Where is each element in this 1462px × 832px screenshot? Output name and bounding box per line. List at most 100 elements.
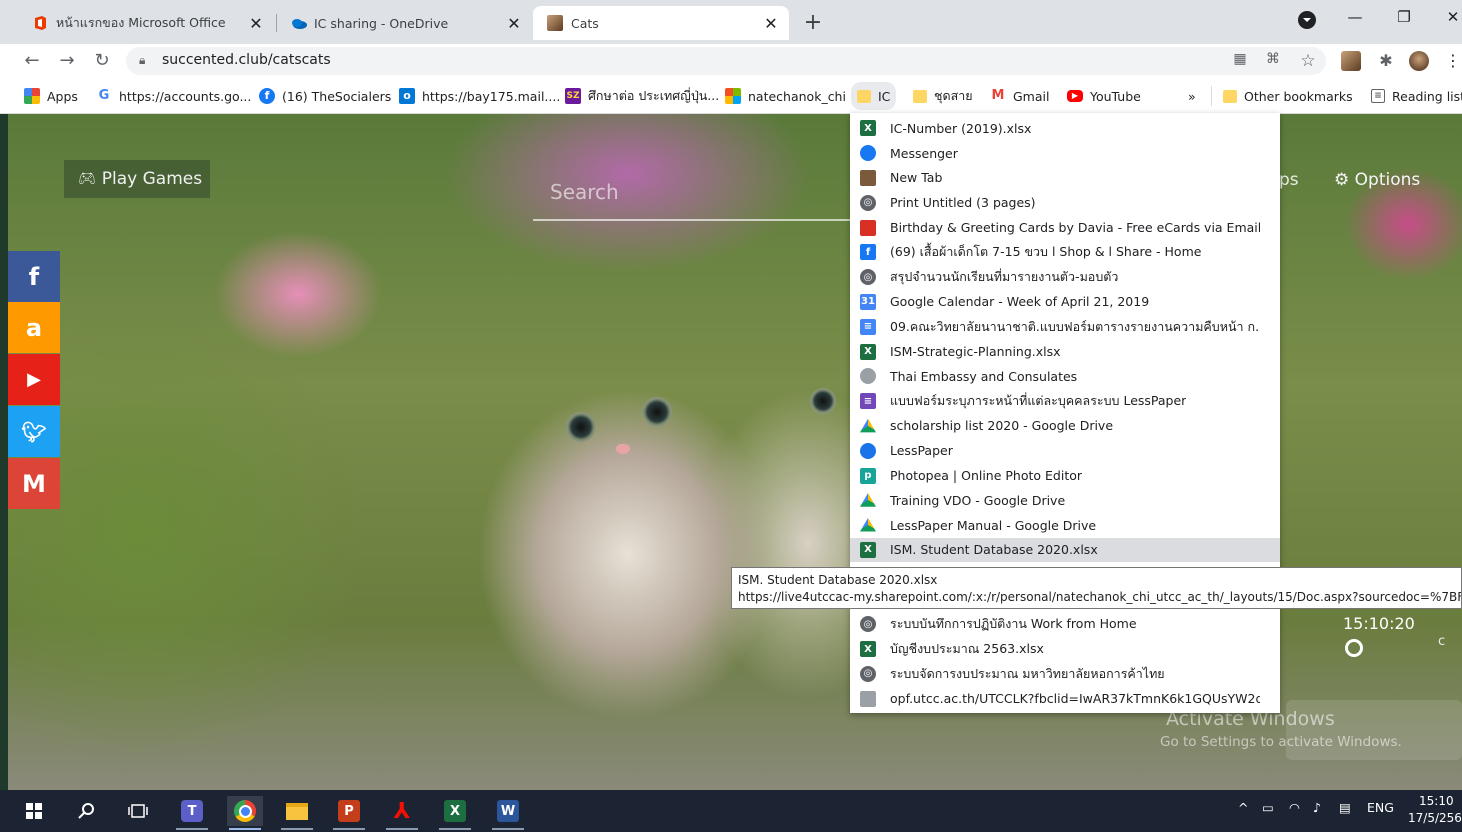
bookmark-menu-item[interactable]: X ISM-Strategic-Planning.xlsx bbox=[850, 339, 1280, 364]
tab-microsoft-office[interactable]: หน้าแรกของ Microsoft Office ✕ bbox=[18, 6, 274, 40]
bookmark-menu-item[interactable]: X ISM. Student Database 2020.xlsx bbox=[850, 537, 1280, 563]
bookmark-menu-item[interactable]: opf.utcc.ac.th/UTCCLK?fbclid=IwAR37kTmnK… bbox=[850, 686, 1280, 711]
chrome-icon[interactable] bbox=[227, 796, 263, 830]
bookmark-study-japan[interactable]: SZ ศึกษาต่อ ประเทศญี่ปุ่น... bbox=[565, 86, 719, 106]
bookmark-folder-ic[interactable]: IC bbox=[851, 82, 897, 110]
close-window-icon[interactable]: ✕ bbox=[1438, 8, 1462, 26]
forward-icon[interactable]: → bbox=[55, 50, 79, 71]
amazon-share-button[interactable]: a bbox=[8, 302, 60, 353]
gmail-share-button[interactable]: M bbox=[8, 458, 60, 509]
tab-cats[interactable]: Cats ✕ bbox=[533, 6, 789, 40]
cat-nose bbox=[616, 444, 630, 454]
language-indicator[interactable]: ENG bbox=[1367, 800, 1394, 815]
profile-menu-icon[interactable] bbox=[1292, 10, 1322, 34]
star-icon[interactable]: ☆ bbox=[1298, 51, 1318, 71]
bookmark-label: natechanok_chi bbox=[748, 88, 846, 104]
extension-cat-icon[interactable] bbox=[1341, 51, 1361, 71]
folder-icon bbox=[857, 89, 871, 103]
close-icon[interactable]: ✕ bbox=[248, 14, 264, 33]
minimize-icon[interactable]: — bbox=[1340, 8, 1370, 26]
bookmark-menu-item[interactable]: Birthday & Greeting Cards by Davia - Fre… bbox=[850, 215, 1280, 240]
bookmark-menu-item[interactable]: X IC-Number (2019).xlsx bbox=[850, 116, 1280, 141]
notification-icon[interactable]: ▤ bbox=[1339, 800, 1351, 815]
bookmark-menu-item[interactable]: X บัญชีงบประมาณ 2563.xlsx bbox=[850, 637, 1280, 662]
tab-title: Cats bbox=[571, 15, 599, 31]
puzzle-icon[interactable]: ✱ bbox=[1376, 51, 1396, 71]
bookmark-gmail[interactable]: M Gmail bbox=[990, 86, 1049, 106]
back-icon[interactable]: ← bbox=[20, 50, 44, 71]
close-icon[interactable]: ✕ bbox=[506, 14, 522, 33]
avatar[interactable] bbox=[1409, 51, 1429, 71]
tab-title: หน้าแรกของ Microsoft Office bbox=[56, 15, 226, 30]
windows-start-icon[interactable] bbox=[16, 796, 52, 826]
bookmark-thesocialers[interactable]: f (16) TheSocialers bbox=[259, 86, 391, 106]
bookmark-menu-item[interactable]: ◎ Print Untitled (3 pages) bbox=[850, 190, 1280, 215]
folder-icon bbox=[913, 89, 927, 103]
bookmark-natechanok[interactable]: natechanok_chi bbox=[725, 86, 846, 106]
bookmark-menu-item[interactable]: LessPaper bbox=[850, 438, 1280, 463]
bookmark-menu-item[interactable]: Training VDO - Google Drive bbox=[850, 488, 1280, 513]
bookmark-other[interactable]: Other bookmarks bbox=[1223, 86, 1353, 106]
bookmark-label: YouTube bbox=[1090, 88, 1141, 104]
taskbar-date[interactable]: 17/5/2564 bbox=[1408, 811, 1462, 825]
facebook-share-button[interactable]: f bbox=[8, 251, 60, 302]
youtube-share-button[interactable]: ▶ bbox=[8, 354, 60, 405]
qr-icon[interactable]: ▦ bbox=[1230, 51, 1250, 71]
excel-icon[interactable]: X bbox=[437, 796, 473, 830]
twitter-share-button[interactable]: 🐦︎ bbox=[8, 406, 60, 457]
url-text[interactable]: succented.club/catscats bbox=[162, 52, 331, 68]
bookmark-menu-item[interactable]: Messenger bbox=[850, 141, 1280, 166]
task-view-icon[interactable] bbox=[120, 796, 156, 826]
bookmark-menu-item[interactable]: LessPaper Manual - Google Drive bbox=[850, 513, 1280, 538]
file-explorer-icon[interactable] bbox=[279, 796, 315, 830]
bookmark-youtube[interactable]: ▶ YouTube bbox=[1067, 86, 1141, 106]
tray-chevron-up-icon[interactable]: ^ bbox=[1238, 800, 1248, 815]
translate-icon[interactable]: ⌘ bbox=[1263, 51, 1283, 71]
search-icon[interactable] bbox=[69, 796, 105, 826]
bookmark-menu-item[interactable]: ◎ สรุปจำนวนนักเรียนที่มารายงานตัว-มอบตัว bbox=[850, 265, 1280, 290]
bookmark-menu-item[interactable]: f (69) เสื้อผ้าเด็กโต 7-15 ขวบ l Shop & l… bbox=[850, 240, 1280, 265]
bookmark-menu-item[interactable]: ◎ ระบบบันทึกการปฏิบัติงาน Work from Home bbox=[850, 612, 1280, 637]
kebab-menu-icon[interactable]: ⋮ bbox=[1443, 51, 1462, 71]
bookmark-menu-item[interactable]: scholarship list 2020 - Google Drive bbox=[850, 414, 1280, 439]
excel-icon: X bbox=[860, 541, 876, 558]
cat-eye-right bbox=[642, 397, 672, 427]
search-input[interactable]: Search bbox=[550, 180, 619, 204]
bookmark-folder-chutsai[interactable]: ชุดสาย bbox=[913, 86, 973, 106]
bookmark-menu-item[interactable]: 31 Google Calendar - Week of April 21, 20… bbox=[850, 290, 1280, 315]
options-button[interactable]: ⚙︎ Options bbox=[1334, 170, 1420, 190]
bookmark-google-accounts[interactable]: G https://accounts.go... bbox=[96, 86, 251, 106]
bookmark-reading-list[interactable]: ≡ Reading list bbox=[1371, 86, 1462, 106]
clock-unit: c bbox=[1438, 634, 1446, 649]
new-tab-button[interactable]: + bbox=[799, 9, 827, 37]
teams-icon[interactable]: T bbox=[174, 796, 210, 830]
tooltip-title: ISM. Student Database 2020.xlsx bbox=[738, 573, 938, 587]
powerpoint-icon[interactable]: P bbox=[331, 796, 367, 830]
bookmark-menu-item[interactable]: ◎ ระบบจัดการงบประมาณ มหาวิทยาลัยหอการค้าไ… bbox=[850, 662, 1280, 687]
bookmark-menu-item[interactable]: ≡ แบบฟอร์มระบุภาระหน้าที่แต่ละบุคคลระบบ L… bbox=[850, 389, 1280, 414]
word-icon[interactable]: W bbox=[490, 796, 526, 830]
apps-link-fragment[interactable]: ps bbox=[1279, 170, 1299, 190]
play-games-button[interactable]: 🎮︎ Play Games bbox=[64, 160, 210, 198]
bookmark-menu-item[interactable]: Thai Embassy and Consulates bbox=[850, 364, 1280, 389]
bookmark-menu-item[interactable]: ≡ 09.คณะวิทยาลัยนานาชาติ.แบบฟอร์มตารางราย… bbox=[850, 314, 1280, 339]
volume-icon[interactable]: ♪ bbox=[1313, 800, 1321, 815]
close-icon[interactable]: ✕ bbox=[763, 14, 779, 33]
acrobat-icon[interactable]: ⅄ bbox=[384, 796, 420, 830]
bookmark-apps[interactable]: Apps bbox=[24, 86, 78, 106]
globe-icon: ◎ bbox=[860, 269, 876, 286]
clock-widget: 15:10:20 bbox=[1343, 614, 1415, 633]
more-bookmarks-button[interactable]: » bbox=[1188, 86, 1196, 106]
cat-eye-second-kitten bbox=[810, 388, 836, 414]
bookmark-outlook-mail[interactable]: o https://bay175.mail.... bbox=[399, 86, 560, 106]
wifi-icon[interactable]: ◠ bbox=[1289, 800, 1300, 815]
microsoft-icon bbox=[725, 88, 741, 104]
taskbar-time[interactable]: 15:10 bbox=[1419, 794, 1454, 808]
bookmark-menu-item[interactable]: New Tab bbox=[850, 166, 1280, 191]
lesspaper-icon bbox=[860, 442, 876, 459]
battery-icon[interactable]: ▭ bbox=[1262, 800, 1274, 815]
bookmark-menu-item[interactable]: p Photopea | Online Photo Editor bbox=[850, 463, 1280, 488]
reload-icon[interactable]: ↻ bbox=[90, 50, 114, 71]
tab-ic-sharing[interactable]: IC sharing - OneDrive ✕ bbox=[276, 6, 532, 40]
restore-icon[interactable]: ❐ bbox=[1389, 8, 1419, 26]
